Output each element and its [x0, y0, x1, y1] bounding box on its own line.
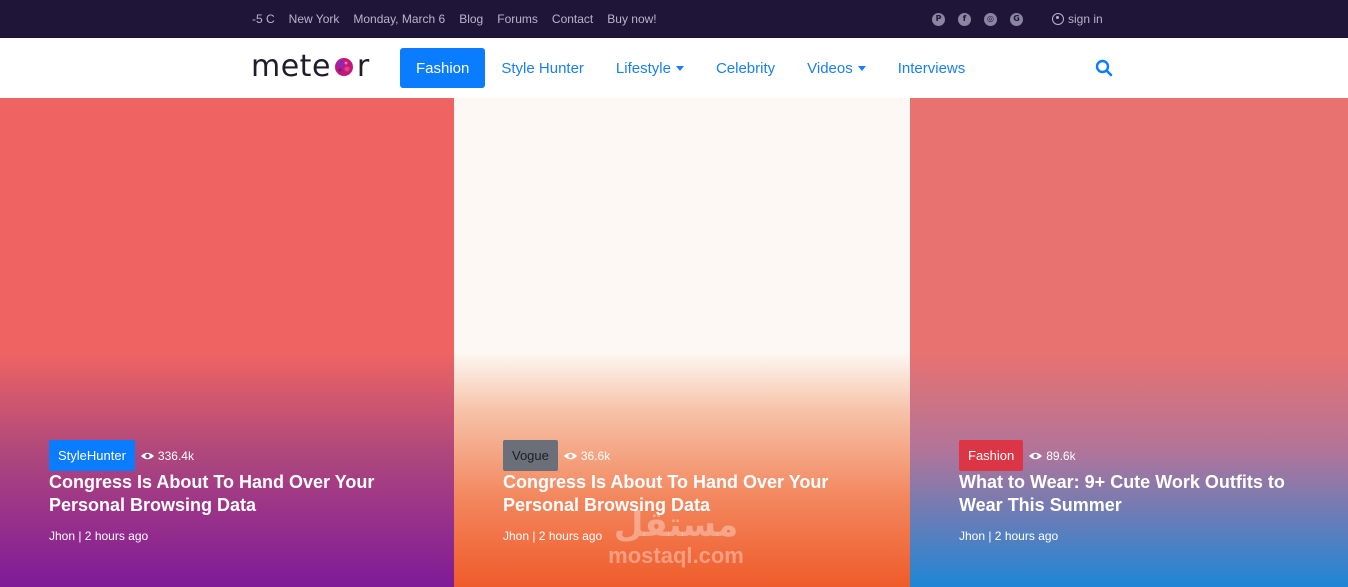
main-navbar: mete r Fashion Style Hunter Lifestyle Ce…	[0, 38, 1348, 98]
nav-item-style-hunter[interactable]: Style Hunter	[501, 48, 584, 88]
facebook-icon[interactable]: f	[958, 12, 971, 26]
nav-item-label: Interviews	[897, 59, 966, 77]
card-meta: Jhon | 2 hours ago	[503, 529, 603, 543]
social-links: P f ◎ G	[932, 0, 1036, 38]
card-title[interactable]: What to Wear: 9+ Cute Work Outfits to We…	[959, 471, 1319, 517]
sign-in-link[interactable]: sign in	[1052, 0, 1103, 38]
card-badge-row: Vogue 36.6k	[503, 440, 610, 471]
eye-icon	[1029, 452, 1043, 459]
top-bar: -5 C New York Monday, March 6 Blog Forum…	[0, 0, 1348, 38]
top-bar-info: -5 C New York Monday, March 6 Blog Forum…	[252, 0, 671, 38]
caret-down-icon	[675, 65, 684, 71]
nav-item-label: Lifestyle	[615, 59, 671, 77]
nav-item-label: Style Hunter	[501, 59, 584, 77]
pinterest-icon[interactable]: P	[932, 12, 945, 26]
nav-menu: Fashion Style Hunter Lifestyle Celebrity…	[400, 48, 997, 88]
eye-icon	[563, 452, 577, 459]
user-icon	[1052, 13, 1064, 25]
nav-item-label: Videos	[807, 59, 853, 77]
category-badge[interactable]: StyleHunter	[49, 440, 135, 471]
date: Monday, March 6	[353, 12, 446, 26]
contact-link[interactable]: Contact	[552, 12, 593, 26]
view-count-value: 336.4k	[157, 448, 194, 463]
instagram-icon[interactable]: ◎	[984, 12, 997, 26]
meteor-logo-icon	[334, 58, 353, 76]
temperature: -5 C	[252, 12, 275, 26]
google-plus-icon[interactable]: G	[1010, 12, 1023, 26]
view-count: 336.4k	[140, 449, 194, 463]
watermark: مستقل mostaql.com	[596, 505, 756, 567]
view-count-value: 89.6k	[1046, 448, 1076, 463]
category-badge[interactable]: Fashion	[959, 440, 1024, 471]
eye-icon	[140, 452, 154, 459]
nav-item-fashion[interactable]: Fashion	[400, 48, 486, 88]
category-badge[interactable]: Vogue	[503, 440, 558, 471]
nav-item-lifestyle[interactable]: Lifestyle	[616, 48, 684, 88]
nav-item-label: Celebrity	[715, 59, 776, 77]
logo-text-right: r	[356, 48, 370, 84]
card-meta: Jhon | 2 hours ago	[959, 529, 1059, 543]
view-count: 89.6k	[1028, 448, 1076, 463]
card-badge-row: Fashion 89.6k	[959, 440, 1076, 471]
forums-link[interactable]: Forums	[497, 12, 538, 26]
watermark-arabic: مستقل	[613, 505, 739, 545]
nav-item-celebrity[interactable]: Celebrity	[716, 48, 775, 88]
blog-link[interactable]: Blog	[459, 12, 483, 26]
view-count-value: 36.6k	[580, 448, 611, 463]
buy-now-link[interactable]: Buy now!	[607, 12, 656, 26]
logo-text-left: mete	[251, 48, 331, 84]
view-count: 36.6k	[563, 449, 610, 463]
caret-down-icon	[857, 65, 866, 71]
card-meta: Jhon | 2 hours ago	[49, 529, 149, 543]
nav-item-label: Fashion	[416, 59, 470, 77]
featured-card-3[interactable]: Fashion 89.6k What to Wear: 9+ Cute Work…	[910, 98, 1348, 587]
card-title[interactable]: Congress Is About To Hand Over Your Pers…	[49, 471, 409, 517]
watermark-latin: mostaql.com	[608, 543, 744, 568]
nav-item-interviews[interactable]: Interviews	[898, 48, 966, 88]
city: New York	[288, 12, 340, 26]
site-logo[interactable]: mete r	[251, 46, 370, 86]
sign-in-label: sign in	[1068, 12, 1103, 26]
card-badge-row: StyleHunter 336.4k	[49, 440, 194, 471]
search-icon[interactable]	[1095, 59, 1113, 77]
nav-item-videos[interactable]: Videos	[807, 48, 866, 88]
featured-card-1[interactable]: StyleHunter 336.4k Congress Is About To …	[0, 98, 454, 587]
